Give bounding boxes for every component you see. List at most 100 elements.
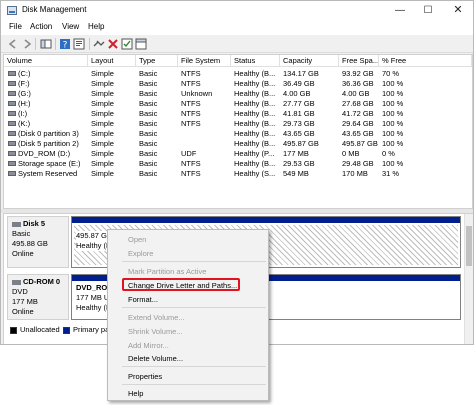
cell-capacity: 495.87 GB (283, 139, 319, 148)
menu-help-item[interactable]: Help (128, 389, 143, 398)
cell-free: 27.68 GB (342, 99, 374, 108)
cell-percent: 70 % (382, 69, 400, 78)
column-percent-free[interactable]: % Free (379, 55, 472, 67)
cell-capacity: 36.49 GB (283, 79, 315, 88)
cell-status: Healthy (B... (234, 69, 276, 78)
table-row[interactable]: (I:) Simple Basic NTFS Healthy (B... 41.… (4, 109, 472, 118)
cell-free: 4.00 GB (342, 89, 370, 98)
column-status[interactable]: Status (231, 55, 280, 67)
column-free-space[interactable]: Free Spa... (339, 55, 379, 67)
menu-action[interactable]: Action (30, 22, 52, 31)
table-row[interactable]: (K:) Simple Basic NTFS Healthy (B... 29.… (4, 119, 472, 128)
menu-format[interactable]: Format... (128, 295, 158, 304)
legend-unallocated: Unallocated (20, 325, 60, 334)
menu-help[interactable]: Help (88, 22, 104, 31)
cell-layout: Simple (91, 79, 114, 88)
delete-icon[interactable] (107, 38, 119, 50)
help-icon[interactable]: ? (59, 38, 71, 50)
cell-type: Basic (139, 99, 158, 108)
column-file-system[interactable]: File System (178, 55, 231, 67)
column-capacity[interactable]: Capacity (280, 55, 339, 67)
legend-primary-swatch (63, 327, 70, 334)
column-layout[interactable]: Layout (88, 55, 136, 67)
show-hide-icon[interactable] (135, 38, 147, 50)
disk-5-label[interactable]: Disk 5 Basic 495.88 GB Online (7, 216, 69, 268)
cell-capacity: 43.65 GB (283, 129, 315, 138)
primary-partition-bar (72, 217, 460, 223)
toolbar-separator (89, 38, 90, 50)
table-row[interactable]: System Reserved Simple Basic NTFS Health… (4, 169, 472, 178)
cell-file-system: Unknown (181, 89, 213, 98)
back-icon[interactable] (7, 38, 19, 50)
menu-view[interactable]: View (62, 22, 79, 31)
table-row[interactable]: (F:) Simple Basic NTFS Healthy (B... 36.… (4, 79, 472, 88)
minimize-button[interactable]: — (387, 3, 413, 18)
table-row[interactable]: DVD_ROM (D:) Simple Basic UDF Healthy (P… (4, 149, 472, 158)
cell-capacity: 27.77 GB (283, 99, 315, 108)
cell-capacity: 41.81 GB (283, 109, 315, 118)
table-row[interactable]: (G:) Simple Basic Unknown Healthy (B... … (4, 89, 472, 98)
disk-size: 495.88 GB (12, 239, 48, 248)
scrollbar-thumb[interactable] (466, 226, 472, 266)
vertical-scrollbar[interactable] (464, 214, 473, 344)
cell-status: Healthy (B... (234, 89, 276, 98)
cell-capacity: 134.17 GB (283, 69, 319, 78)
column-type[interactable]: Type (136, 55, 178, 67)
close-button[interactable]: ✕ (445, 3, 471, 18)
cell-layout: Simple (91, 169, 114, 178)
menu-delete-volume[interactable]: Delete Volume... (128, 354, 183, 363)
cell-free: 170 MB (342, 169, 368, 178)
cell-layout: Simple (91, 159, 114, 168)
cell-capacity: 29.73 GB (283, 119, 315, 128)
cell-free: 43.65 GB (342, 129, 374, 138)
table-row[interactable]: Storage space (E:) Simple Basic NTFS Hea… (4, 159, 472, 168)
menu-extend-volume: Extend Volume... (128, 313, 185, 322)
table-row[interactable]: (H:) Simple Basic NTFS Healthy (B... 27.… (4, 99, 472, 108)
console-tree-icon[interactable] (40, 38, 52, 50)
cell-free: 29.48 GB (342, 159, 374, 168)
disk-type: Basic (12, 229, 31, 238)
cell-layout: Simple (91, 119, 114, 128)
forward-icon[interactable] (21, 38, 33, 50)
menu-mark-active: Mark Partition as Active (128, 267, 207, 276)
volume-icon (8, 111, 16, 116)
cell-file-system: NTFS (181, 159, 201, 168)
cell-status: Healthy (B... (234, 119, 276, 128)
volume-icon (8, 101, 16, 106)
disk-management-icon (7, 6, 17, 15)
legend-primary: Primary par (73, 325, 112, 334)
table-row[interactable]: (Disk 0 partition 3) Simple Basic Health… (4, 129, 472, 138)
title-bar: Disk Management — ☐ ✕ (1, 1, 473, 20)
cell-volume: (G:) (18, 89, 31, 98)
cell-type: Basic (139, 149, 158, 158)
cell-free: 29.64 GB (342, 119, 374, 128)
window-title: Disk Management (22, 5, 87, 14)
cdrom-icon (12, 279, 21, 285)
table-row[interactable]: (Disk 5 partition 2) Simple Basic Health… (4, 139, 472, 148)
table-row[interactable]: (C:) Simple Basic NTFS Healthy (B... 134… (4, 69, 472, 78)
disk-name: Disk 5 (23, 219, 46, 228)
svg-text:?: ? (63, 41, 68, 51)
cell-volume: (F:) (18, 79, 30, 88)
menu-separator (122, 261, 266, 262)
check-icon[interactable] (121, 38, 133, 50)
cdrom-0-label[interactable]: CD-ROM 0 DVD 177 MB Online (7, 274, 69, 320)
cell-type: Basic (139, 89, 158, 98)
cell-file-system: UDF (181, 149, 197, 158)
cell-status: Healthy (B... (234, 139, 276, 148)
cell-status: Healthy (B... (234, 79, 276, 88)
cell-status: Healthy (B... (234, 99, 276, 108)
maximize-button[interactable]: ☐ (415, 3, 441, 18)
cell-status: Healthy (B... (234, 109, 276, 118)
cell-percent: 100 % (382, 109, 404, 118)
cell-type: Basic (139, 119, 158, 128)
column-volume[interactable]: Volume (4, 55, 88, 67)
menu-file[interactable]: File (9, 22, 22, 31)
cell-percent: 100 % (382, 89, 404, 98)
cell-file-system: NTFS (181, 119, 201, 128)
menu-properties[interactable]: Properties (128, 372, 162, 381)
properties-icon[interactable] (73, 38, 85, 50)
cell-type: Basic (139, 69, 158, 78)
menu-separator (122, 384, 266, 385)
connect-icon[interactable] (93, 38, 105, 50)
